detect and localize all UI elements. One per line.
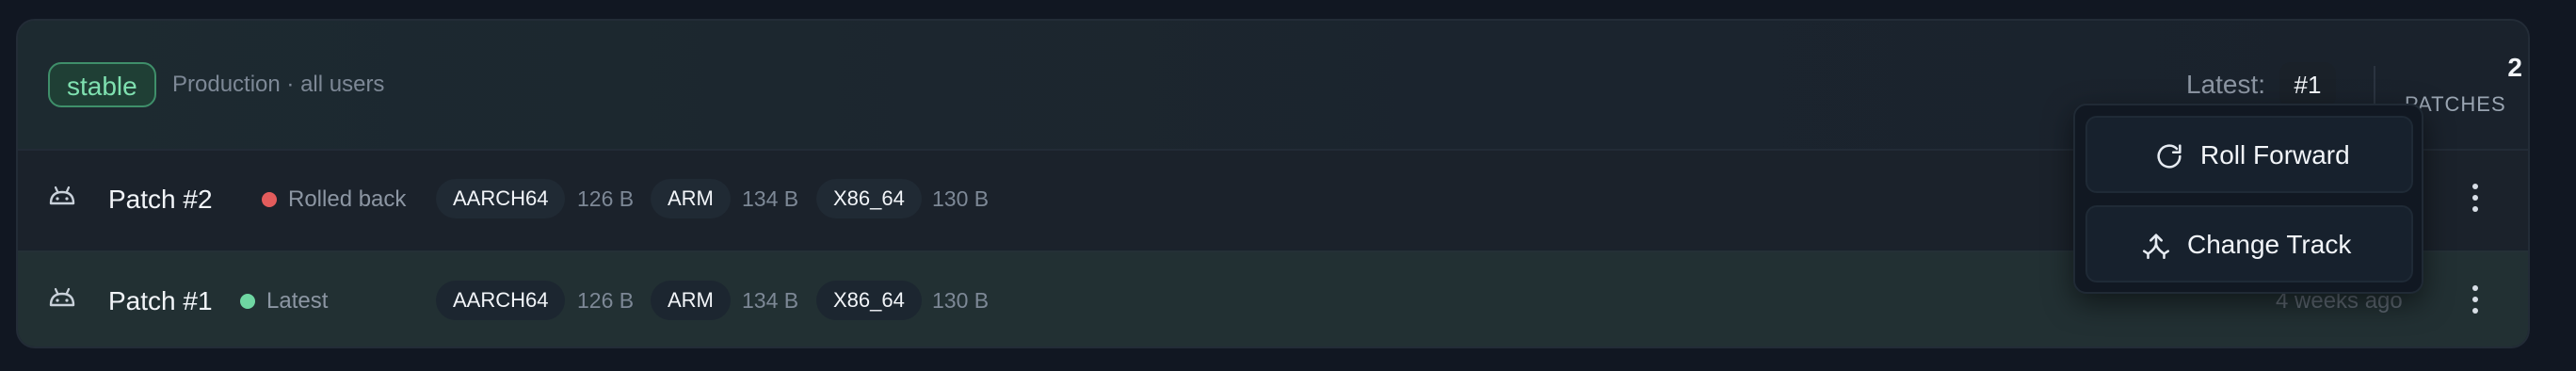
change-track-menu-item[interactable]: Change Track — [2085, 205, 2413, 282]
patch-name[interactable]: Patch #2 — [108, 185, 213, 215]
arch-size: 126 B — [577, 288, 635, 313]
status-text: Rolled back — [288, 186, 407, 212]
latest-patch-chip[interactable]: #1 — [2279, 62, 2336, 107]
android-icon — [49, 287, 75, 307]
arch-chip-aarch64: AARCH64 — [436, 281, 566, 320]
track-badge[interactable]: stable — [48, 62, 156, 107]
patch-actions-menu: Roll Forward Change Track — [2073, 104, 2423, 294]
arch-size: 134 B — [742, 288, 799, 313]
status-dot — [240, 294, 255, 309]
status-dot — [262, 192, 277, 207]
arch-size: 134 B — [742, 186, 799, 211]
roll-forward-label: Roll Forward — [2200, 140, 2350, 169]
arch-chip-x86-64: X86_64 — [816, 179, 922, 218]
android-icon — [49, 186, 75, 205]
patch-count: 2 — [2507, 53, 2522, 82]
status-text: Latest — [266, 288, 329, 314]
patch-name[interactable]: Patch #1 — [108, 286, 213, 316]
arch-size: 130 B — [932, 288, 990, 313]
arch-size: 130 B — [932, 186, 990, 211]
roll-forward-menu-item[interactable]: Roll Forward — [2085, 116, 2413, 193]
latest-label: Latest: — [2186, 70, 2266, 99]
track-description: Production · all users — [172, 72, 385, 97]
more-vertical-icon[interactable] — [2466, 282, 2485, 320]
change-track-label: Change Track — [2187, 230, 2352, 259]
arch-chip-arm: ARM — [651, 281, 731, 320]
arch-chip-aarch64: AARCH64 — [436, 179, 566, 218]
arch-size: 126 B — [577, 186, 635, 211]
arch-chip-arm: ARM — [651, 179, 731, 218]
more-vertical-icon[interactable] — [2466, 181, 2485, 218]
rotate-cw-icon — [2157, 144, 2182, 169]
arch-chip-x86-64: X86_64 — [816, 281, 922, 320]
split-arrows-icon — [2142, 234, 2170, 260]
